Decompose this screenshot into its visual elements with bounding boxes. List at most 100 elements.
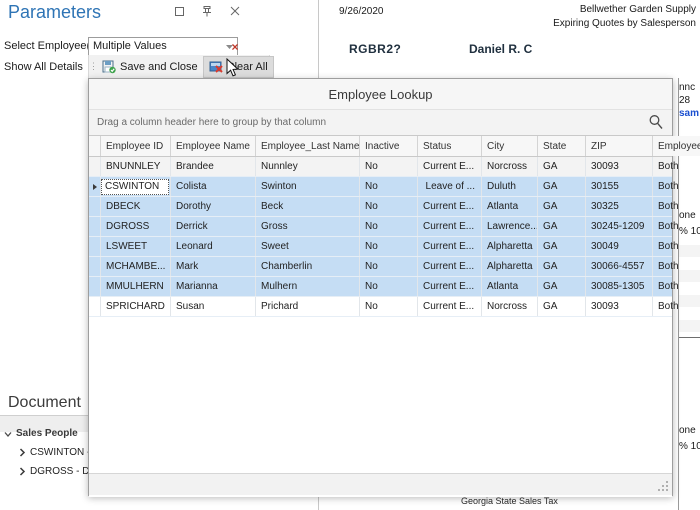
cell-state[interactable]: GA — [538, 257, 586, 276]
tree-item[interactable]: CSWINTON - — [0, 443, 95, 462]
cell-zip[interactable]: 30155 — [586, 177, 653, 196]
cell-employee-id[interactable]: SPRICHARD — [101, 297, 171, 316]
cell-status[interactable]: Current E... — [418, 277, 482, 296]
search-icon[interactable] — [648, 114, 664, 130]
cell-employee-type[interactable]: Both — [653, 237, 700, 256]
table-row[interactable]: MCHAMBE... Mark Chamberlin No Current E... Al… — [89, 257, 679, 277]
resize-grip[interactable] — [658, 481, 669, 492]
cell-first-name[interactable]: Brandee — [171, 157, 256, 176]
cell-state[interactable]: GA — [538, 217, 586, 236]
table-row[interactable]: SPRICHARD Susan Prichard No Current E... Norc… — [89, 297, 679, 317]
cell-inactive[interactable]: No — [360, 257, 418, 276]
table-row[interactable]: BNUNNLEY Brandee Nunnley No Current E... Norc… — [89, 157, 679, 177]
cell-inactive[interactable]: No — [360, 177, 418, 196]
cell-inactive[interactable]: No — [360, 297, 418, 316]
cell-employee-id[interactable]: CSWINTON — [101, 177, 171, 196]
column-header-employee-type[interactable]: Employee ... — [653, 136, 700, 156]
cell-state[interactable]: GA — [538, 177, 586, 196]
cell-city[interactable]: Alpharetta — [482, 237, 538, 256]
column-header-employee-id[interactable]: Employee ID — [101, 136, 171, 156]
cell-city[interactable]: Atlanta — [482, 277, 538, 296]
table-row[interactable]: CSWINTON Colista Swinton No Leave of ... Dulu… — [89, 177, 679, 197]
cell-first-name[interactable]: Leonard — [171, 237, 256, 256]
cell-employee-type[interactable]: Both — [653, 177, 700, 196]
chevron-right-icon[interactable] — [14, 467, 30, 476]
cell-zip[interactable]: 30085-1305 — [586, 277, 653, 296]
clear-all-button[interactable]: Clear All — [202, 55, 274, 78]
pin-button[interactable] — [200, 4, 214, 18]
cell-first-name[interactable]: Marianna — [171, 277, 256, 296]
cell-last-name[interactable]: Gross — [256, 217, 360, 236]
cell-status[interactable]: Current E... — [418, 237, 482, 256]
cell-city[interactable]: Norcross — [482, 157, 538, 176]
column-header-status[interactable]: Status — [418, 136, 482, 156]
column-header-zip[interactable]: ZIP — [586, 136, 653, 156]
cell-last-name[interactable]: Prichard — [256, 297, 360, 316]
column-header-inactive[interactable]: Inactive — [360, 136, 418, 156]
cell-status[interactable]: Current E... — [418, 257, 482, 276]
cell-zip[interactable]: 30093 — [586, 157, 653, 176]
cell-inactive[interactable]: No — [360, 217, 418, 236]
cell-employee-type[interactable]: Both — [653, 257, 700, 276]
chevron-down-icon[interactable] — [0, 430, 16, 438]
cell-employee-type[interactable]: Both — [653, 197, 700, 216]
cell-inactive[interactable]: No — [360, 197, 418, 216]
select-employees-combobox[interactable]: Multiple Values — [88, 37, 238, 56]
cell-city[interactable]: Lawrence... — [482, 217, 538, 236]
restore-button[interactable] — [172, 4, 186, 18]
cell-last-name[interactable]: Chamberlin — [256, 257, 360, 276]
cell-zip[interactable]: 30049 — [586, 237, 653, 256]
tree-item[interactable]: Sales People — [0, 424, 95, 443]
cell-zip[interactable]: 30245-1209 — [586, 217, 653, 236]
cell-status[interactable]: Current E... — [418, 297, 482, 316]
cell-first-name[interactable]: Mark — [171, 257, 256, 276]
cell-employee-id[interactable]: BNUNNLEY — [101, 157, 171, 176]
cell-city[interactable]: Atlanta — [482, 197, 538, 216]
cell-status[interactable]: Current E... — [418, 197, 482, 216]
cell-zip[interactable]: 30093 — [586, 297, 653, 316]
cell-employee-id[interactable]: DGROSS — [101, 217, 171, 236]
save-and-close-button[interactable]: Save and Close — [97, 56, 203, 78]
tree-item[interactable]: DGROSS - De — [0, 462, 95, 481]
cell-last-name[interactable]: Sweet — [256, 237, 360, 256]
cell-inactive[interactable]: No — [360, 237, 418, 256]
cell-state[interactable]: GA — [538, 297, 586, 316]
cell-inactive[interactable]: No — [360, 157, 418, 176]
cell-last-name[interactable]: Mulhern — [256, 277, 360, 296]
cell-status[interactable]: Leave of ... — [418, 177, 482, 196]
cell-employee-id[interactable]: LSWEET — [101, 237, 171, 256]
group-by-bar[interactable]: Drag a column header here to group by th… — [89, 109, 672, 135]
cell-state[interactable]: GA — [538, 197, 586, 216]
clear-field-button[interactable]: × — [228, 38, 242, 55]
cell-city[interactable]: Norcross — [482, 297, 538, 316]
table-row[interactable]: MMULHERN Marianna Mulhern No Current E... Atl… — [89, 277, 679, 297]
cell-first-name[interactable]: Colista — [171, 177, 256, 196]
cell-employee-type[interactable]: Both — [653, 297, 700, 316]
cell-inactive[interactable]: No — [360, 277, 418, 296]
cell-city[interactable]: Duluth — [482, 177, 538, 196]
cell-zip[interactable]: 30325 — [586, 197, 653, 216]
cell-employee-id[interactable]: DBECK — [101, 197, 171, 216]
column-header-first-name[interactable]: Employee Name — [171, 136, 256, 156]
table-row[interactable]: DGROSS Derrick Gross No Current E... Lawrence… — [89, 217, 679, 237]
cell-employee-type[interactable]: Both — [653, 157, 700, 176]
cell-last-name[interactable]: Swinton — [256, 177, 360, 196]
cell-last-name[interactable]: Nunnley — [256, 157, 360, 176]
table-row[interactable]: DBECK Dorothy Beck No Current E... Atlanta GA 3… — [89, 197, 679, 217]
cell-first-name[interactable]: Susan — [171, 297, 256, 316]
focused-cell[interactable]: CSWINTON — [101, 178, 169, 195]
column-header-city[interactable]: City — [482, 136, 538, 156]
cell-first-name[interactable]: Derrick — [171, 217, 256, 236]
column-header-last-name[interactable]: Employee_Last Name — [256, 136, 360, 156]
cell-status[interactable]: Current E... — [418, 217, 482, 236]
cell-state[interactable]: GA — [538, 157, 586, 176]
chevron-right-icon[interactable] — [14, 448, 30, 457]
cell-city[interactable]: Alpharetta — [482, 257, 538, 276]
cell-employee-id[interactable]: MMULHERN — [101, 277, 171, 296]
cell-status[interactable]: Current E... — [418, 157, 482, 176]
table-row[interactable]: LSWEET Leonard Sweet No Current E... Alpharet… — [89, 237, 679, 257]
cell-employee-type[interactable]: Both — [653, 217, 700, 236]
report-link-fragment[interactable]: sam — [679, 108, 699, 119]
cell-employee-id[interactable]: MCHAMBE... — [101, 257, 171, 276]
toolbar-grip[interactable]: ⋮ — [89, 55, 98, 79]
